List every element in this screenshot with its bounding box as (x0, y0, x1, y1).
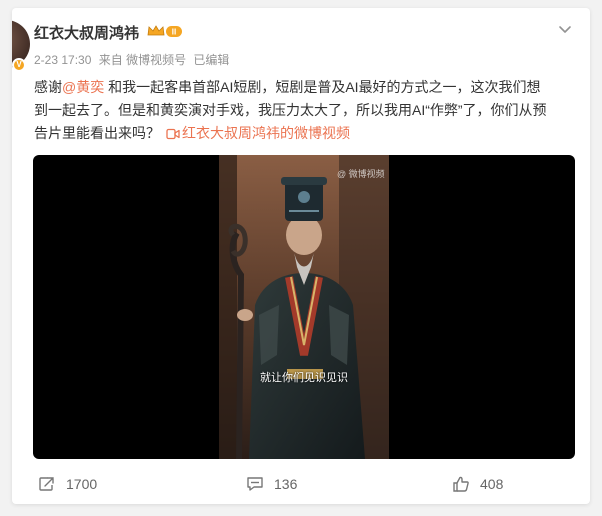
comment-icon (247, 477, 263, 491)
verified-badge: V (12, 58, 26, 72)
action-bar: 1700 136 408 (12, 468, 590, 500)
thumbs-up-icon (453, 476, 469, 492)
chevron-down-icon[interactable] (556, 20, 574, 38)
post-source: 来自 微博视频号 (98, 53, 187, 67)
post-text-part1: 感谢 (34, 79, 62, 95)
repost-count: 1700 (66, 476, 98, 492)
repost-button[interactable]: 1700 (38, 468, 97, 500)
member-level: II (172, 28, 176, 37)
post-date[interactable]: 2-23 17:30 (34, 53, 91, 67)
video-link[interactable]: 红衣大叔周鸿祎的微博视频 (160, 125, 350, 141)
repost-icon (39, 477, 54, 491)
crown-icon[interactable]: II (146, 23, 184, 39)
post-meta: 2-23 17:30 来自 微博视频号 已编辑 (34, 51, 233, 68)
weibo-post-card: V 红衣大叔周鸿祎 II 2-23 17:30 来自 微博视频号 已编辑 感谢@… (12, 8, 590, 504)
video-player[interactable]: @ 微博视频 就让你们见识见识 (33, 155, 575, 459)
video-watermark: @ 微博视频 (337, 169, 385, 179)
edited-label[interactable]: 已编辑 (193, 53, 229, 67)
like-count: 408 (480, 476, 504, 492)
avatar[interactable]: V (12, 20, 32, 78)
comment-button[interactable]: 136 (246, 468, 297, 500)
video-link-label[interactable]: 红衣大叔周鸿祎的微博视频 (182, 125, 350, 141)
like-button[interactable]: 408 (452, 468, 503, 500)
video-link-icon (166, 128, 180, 140)
video-subtitle: 就让你们见识见识 (260, 371, 348, 384)
video-thumbnail[interactable]: @ 微博视频 就让你们见识见识 (219, 155, 389, 459)
comment-count: 136 (274, 476, 298, 492)
post-text: 感谢@黄奕 和我一起客串首部AI短剧，短剧是普及AI最好的方式之一，这次我们想到… (34, 76, 554, 145)
video-scene (219, 155, 389, 459)
mention-link[interactable]: @黄奕 (62, 79, 104, 95)
username[interactable]: 红衣大叔周鸿祎 (34, 22, 139, 43)
